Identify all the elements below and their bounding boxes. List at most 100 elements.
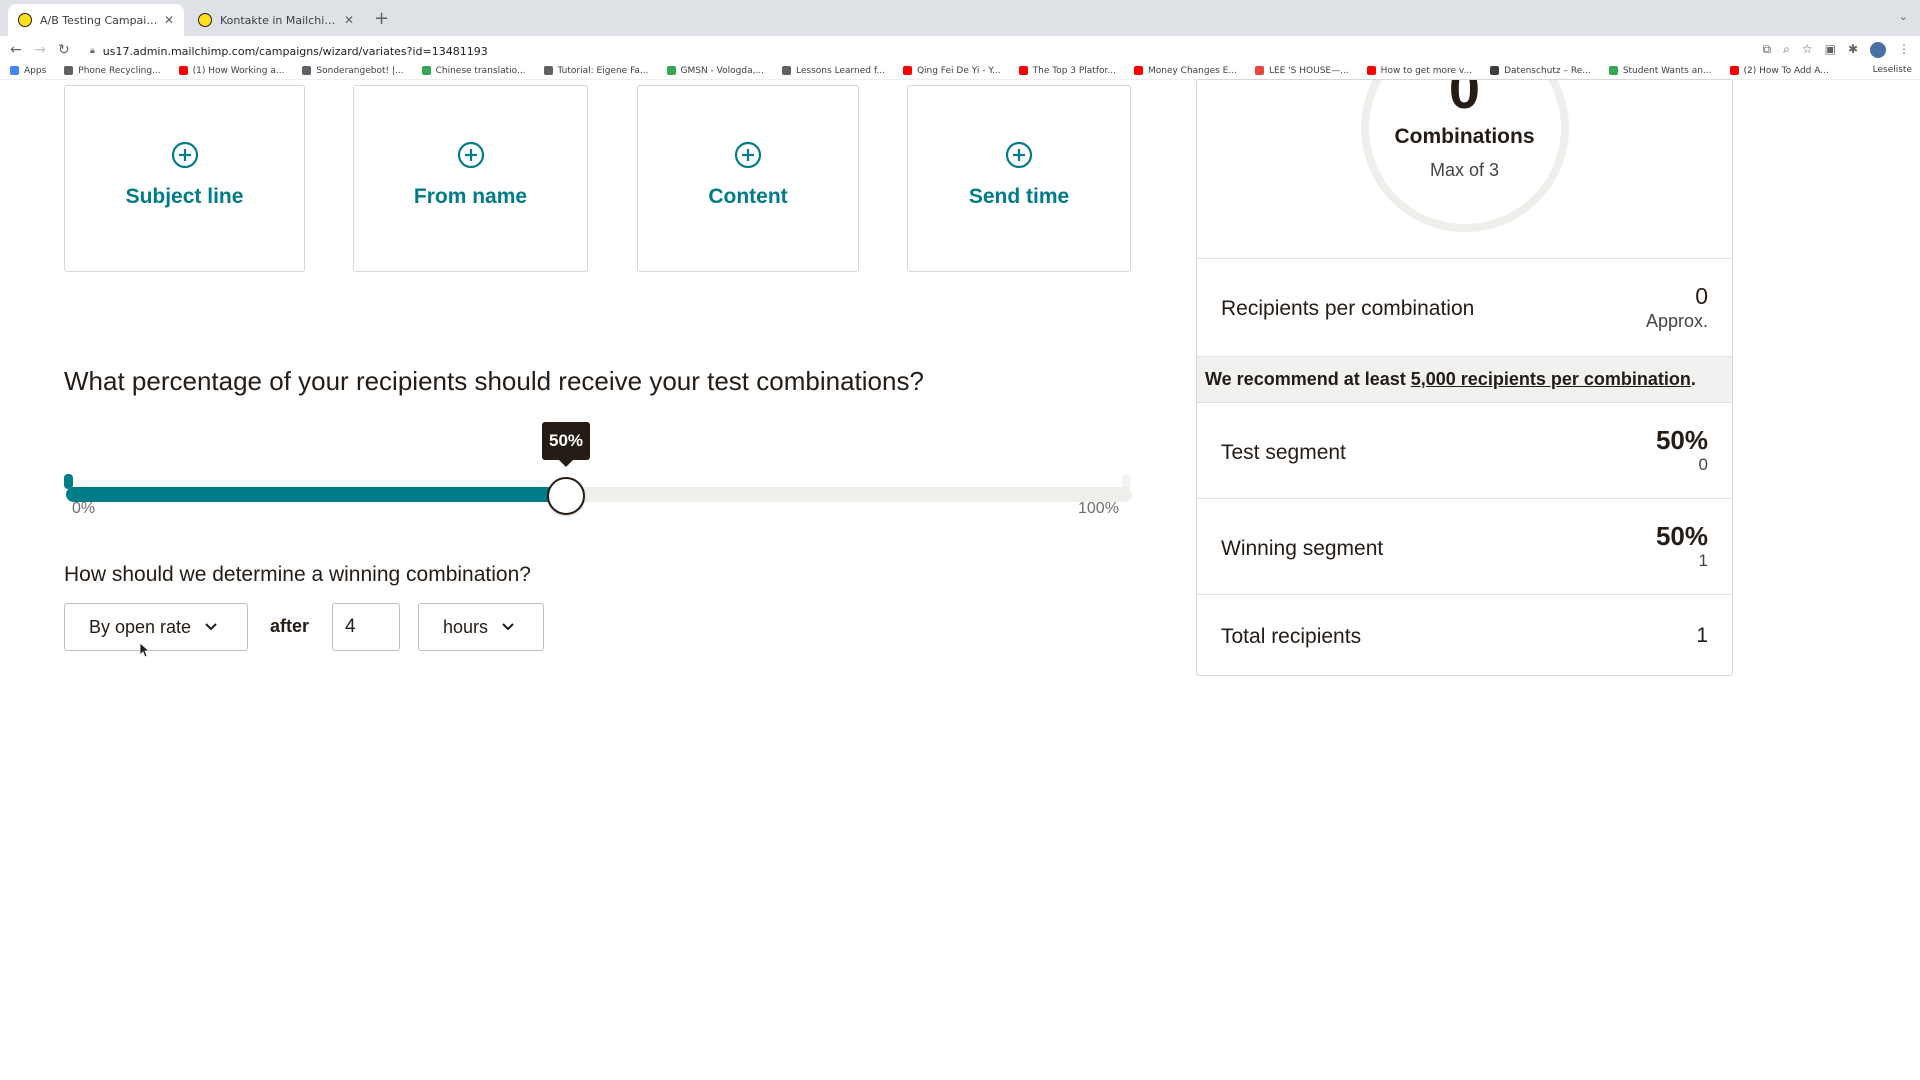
winning-metric-select[interactable]: By open rate bbox=[64, 603, 248, 651]
bookmark-item[interactable]: Chinese translatio... bbox=[421, 65, 526, 76]
row-label: Total recipients bbox=[1221, 625, 1362, 648]
reading-list[interactable]: Leseliste bbox=[1873, 65, 1912, 75]
mailchimp-favicon-icon bbox=[198, 13, 212, 27]
recommend-prefix: We recommend at least bbox=[1205, 369, 1406, 389]
bookmark-item[interactable]: Lessons Learned f... bbox=[782, 66, 885, 76]
bookmark-favicon-icon bbox=[1729, 66, 1739, 75]
bookmark-favicon-icon bbox=[302, 66, 312, 75]
avatar[interactable] bbox=[1870, 42, 1886, 58]
test-percentage-slider[interactable] bbox=[66, 487, 1132, 502]
bookmark-label: Sonderangebot! |... bbox=[316, 65, 404, 76]
after-label: after bbox=[270, 616, 310, 636]
mailchimp-favicon-icon bbox=[18, 13, 32, 27]
slider-value-tooltip: 50% bbox=[542, 422, 590, 467]
duration-input[interactable] bbox=[332, 603, 400, 651]
bookmark-favicon-icon bbox=[1254, 66, 1264, 75]
variable-send-time-card[interactable]: Send time bbox=[907, 85, 1131, 272]
duration-unit-select[interactable]: hours bbox=[418, 603, 544, 651]
bookmark-item[interactable]: Datenschutz – Re... bbox=[1490, 66, 1591, 76]
extension-toolbar: ⧉ ⌕ ☆ ▣ ✱ ⋮ bbox=[1763, 42, 1910, 58]
bookmark-label: Phone Recycling... bbox=[78, 65, 161, 76]
combinations-count: 0 bbox=[1448, 79, 1481, 120]
bookmark-item[interactable]: Tutorial: Eigene Fa... bbox=[543, 66, 649, 76]
extension-icon[interactable]: ▣ bbox=[1825, 42, 1836, 58]
bookmark-item[interactable]: GMSN - Vologda,... bbox=[666, 66, 764, 76]
bookmark-favicon-icon bbox=[421, 66, 431, 75]
slider-handle[interactable] bbox=[547, 477, 585, 515]
more-menu-icon[interactable]: ⋮ bbox=[1898, 42, 1910, 58]
variable-subject-line-card[interactable]: Subject line bbox=[64, 85, 305, 272]
row-value: 1 bbox=[1696, 624, 1708, 647]
winner-question: How should we determine a winning combin… bbox=[64, 563, 531, 586]
bookmark-item[interactable]: The Top 3 Platfor... bbox=[1018, 66, 1116, 76]
bookmark-label: (2) How To Add A... bbox=[1743, 65, 1829, 76]
tab-title: A/B Testing Campaign Builder bbox=[40, 13, 158, 27]
browser-tab-bar: A/B Testing Campaign Builder ✕ Kontakte … bbox=[0, 0, 1920, 36]
plus-circle-icon bbox=[171, 141, 198, 169]
card-label: From name bbox=[413, 185, 528, 208]
zoom-icon[interactable]: ⌕ bbox=[1783, 42, 1790, 58]
bookmark-item[interactable]: (2) How To Add A... bbox=[1729, 65, 1829, 76]
recommend-link[interactable]: 5,000 recipients per combination bbox=[1411, 369, 1691, 390]
bookmark-label: Student Wants an... bbox=[1622, 65, 1712, 76]
bookmark-item[interactable]: Apps bbox=[10, 66, 46, 76]
translate-icon[interactable]: ⧉ bbox=[1763, 42, 1772, 58]
bookmark-item[interactable]: Phone Recycling... bbox=[64, 65, 161, 76]
bookmark-label: Money Changes E... bbox=[1147, 65, 1237, 76]
bookmark-item[interactable]: Student Wants an... bbox=[1608, 65, 1712, 76]
bookmark-item[interactable]: LEE 'S HOUSE—... bbox=[1254, 65, 1349, 76]
bookmark-favicon-icon bbox=[543, 66, 553, 75]
chevron-down-icon bbox=[205, 623, 217, 631]
puzzle-icon[interactable]: ✱ bbox=[1848, 42, 1858, 58]
test-percentage-question: What percentage of your recipients shoul… bbox=[64, 366, 924, 396]
url-field[interactable]: 🔒︎ us17.admin.mailchimp.com/campaigns/wi… bbox=[90, 40, 1730, 62]
select-value: By open rate bbox=[89, 616, 192, 637]
plus-circle-icon bbox=[734, 141, 762, 169]
bookmark-label: LEE 'S HOUSE—... bbox=[1268, 65, 1349, 76]
bookmark-item[interactable]: Qing Fei De Yi - Y... bbox=[902, 65, 1001, 76]
bookmark-favicon-icon bbox=[902, 66, 912, 75]
variable-content-card[interactable]: Content bbox=[637, 85, 859, 272]
bookmark-item[interactable]: (1) How Working a... bbox=[178, 65, 285, 76]
forward-arrow-icon[interactable]: → bbox=[34, 42, 46, 58]
bookmark-favicon-icon bbox=[1608, 66, 1618, 75]
reload-icon[interactable]: ↻ bbox=[58, 42, 70, 58]
bookmark-favicon-icon bbox=[782, 66, 792, 75]
test-segment-row: Test segment 50% 0 bbox=[1197, 402, 1732, 498]
close-icon[interactable]: ✕ bbox=[344, 13, 354, 27]
tab-title: Kontakte in Mailchimp importie bbox=[220, 13, 338, 27]
star-icon[interactable]: ☆ bbox=[1802, 42, 1813, 58]
row-value: 0 bbox=[1695, 283, 1708, 309]
card-label: Send time bbox=[968, 185, 1070, 208]
bookmark-item[interactable]: Money Changes E... bbox=[1133, 65, 1237, 76]
bookmark-label: Lessons Learned f... bbox=[796, 65, 885, 76]
slider-max-label: 100% bbox=[1078, 500, 1119, 517]
chevron-down-icon[interactable]: ⌄ bbox=[1899, 10, 1908, 23]
tab-kontakte[interactable]: Kontakte in Mailchimp importie ✕ bbox=[188, 4, 364, 36]
tab-ab-testing[interactable]: A/B Testing Campaign Builder ✕ bbox=[8, 4, 184, 36]
bookmark-label: (1) How Working a... bbox=[192, 65, 285, 76]
test-summary-panel: 0 Combinations Max of 3 Recipients per c… bbox=[1196, 79, 1733, 676]
row-sub: Approx. bbox=[1645, 311, 1708, 331]
bookmark-item[interactable]: How to get more v... bbox=[1366, 66, 1472, 76]
chevron-down-icon bbox=[502, 623, 514, 631]
recommendation-banner: We recommend at least 5,000 recipients p… bbox=[1197, 356, 1732, 402]
close-icon[interactable]: ✕ bbox=[164, 13, 174, 27]
bookmark-label: Chinese translatio... bbox=[435, 65, 526, 76]
variable-from-name-card[interactable]: From name bbox=[353, 85, 588, 272]
bookmarks-bar: Apps Phone Recycling... (1) How Working a.… bbox=[0, 62, 1920, 80]
total-recipients-row: Total recipients 1 bbox=[1197, 594, 1732, 675]
bookmark-favicon-icon bbox=[1366, 66, 1376, 75]
bookmark-favicon-icon bbox=[1133, 66, 1143, 75]
combinations-max: Max of 3 bbox=[1429, 160, 1500, 180]
new-tab-icon[interactable]: + bbox=[374, 8, 389, 29]
back-arrow-icon[interactable]: ← bbox=[10, 42, 22, 58]
select-value: hours bbox=[443, 616, 489, 637]
bookmark-item[interactable]: Sonderangebot! |... bbox=[302, 65, 404, 76]
plus-circle-icon bbox=[457, 141, 484, 169]
row-label: Winning segment bbox=[1221, 537, 1384, 560]
bookmark-label: Qing Fei De Yi - Y... bbox=[916, 65, 1001, 76]
slider-fill bbox=[66, 487, 566, 502]
lock-icon: 🔒︎ bbox=[90, 46, 95, 56]
row-value: 50% bbox=[1655, 521, 1708, 551]
